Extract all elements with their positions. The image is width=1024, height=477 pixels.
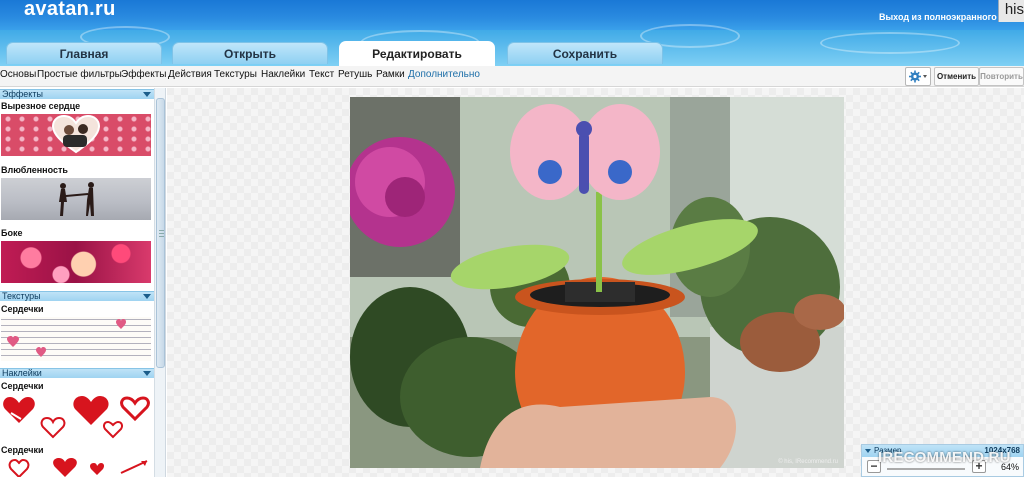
sticker-label: Сердечки: [1, 445, 44, 455]
sidebar-scrollbar[interactable]: [154, 88, 165, 477]
handwriting-hearts-icon: [7, 319, 126, 357]
texture-label: Сердечки: [1, 304, 44, 314]
site-watermark: IRECOMMEND.RU: [878, 449, 1011, 466]
texture-thumb-hearts[interactable]: [1, 317, 151, 361]
grip-line: [159, 233, 164, 234]
sticker-label: Сердечки: [1, 381, 44, 391]
red-hearts-icon: [8, 458, 148, 477]
tab-edit[interactable]: Редактировать: [339, 41, 495, 66]
grip-line: [159, 236, 164, 237]
redo-button[interactable]: Повторить: [979, 67, 1024, 86]
photo-image: © his, IRecommend.ru: [350, 97, 844, 468]
undo-button[interactable]: Отменить: [934, 67, 979, 86]
photo-caption: © his, IRecommend.ru: [778, 458, 838, 465]
watermark-text: IRECOMMEND.RU: [878, 449, 1011, 466]
gear-icon: [909, 70, 927, 83]
app-header: avatan.ru Выход из полноэкранного режима…: [0, 0, 1024, 66]
couple-silhouette-icon: [59, 182, 94, 216]
tab-open[interactable]: Открыть: [172, 42, 328, 64]
edited-photo[interactable]: © his, IRecommend.ru: [350, 97, 844, 468]
tab-home[interactable]: Главная: [6, 42, 162, 64]
effect-label: Влюбленность: [1, 165, 68, 175]
effect-label: Боке: [1, 228, 23, 238]
section-title: Текстуры: [2, 291, 41, 301]
collapse-arrow-icon[interactable]: [143, 371, 151, 376]
effect-thumb-bokeh[interactable]: [1, 241, 151, 283]
menu-stickers[interactable]: Наклейки: [261, 69, 305, 80]
scrollbar-thumb[interactable]: [156, 98, 165, 368]
settings-button[interactable]: [905, 67, 931, 86]
red-hearts-icon: [3, 396, 150, 439]
heart-frame-icon: [51, 114, 101, 154]
section-header-textures[interactable]: Текстуры: [0, 291, 154, 301]
section-title: Наклейки: [2, 368, 42, 378]
sticker-thumb-hearts[interactable]: [1, 393, 151, 439]
effect-label: Вырезное сердце: [1, 101, 81, 111]
effects-sidebar: Эффекты Вырезное сердце Влюбленность Бок…: [0, 88, 166, 477]
effect-thumb-love[interactable]: [1, 178, 151, 220]
menu-advanced[interactable]: Дополнительно: [408, 69, 480, 80]
sticker-thumb-hearts-2[interactable]: [1, 457, 151, 477]
menu-retouch[interactable]: Ретушь: [338, 69, 372, 80]
menu-actions[interactable]: Действия: [168, 69, 212, 80]
menu-simple-filters[interactable]: Простые фильтры: [37, 69, 122, 80]
section-title: Эффекты: [2, 89, 43, 99]
tab-save[interactable]: Сохранить: [507, 42, 663, 64]
user-badge[interactable]: his: [998, 0, 1024, 22]
edit-toolbar: Основы Простые фильтры Эффекты Действия …: [0, 66, 1024, 87]
water-ripple: [820, 32, 960, 54]
menu-frames[interactable]: Рамки: [376, 69, 405, 80]
menu-textures[interactable]: Текстуры: [214, 69, 257, 80]
zoom-slider[interactable]: [887, 468, 965, 470]
section-header-stickers[interactable]: Наклейки: [0, 368, 154, 378]
collapse-arrow-icon[interactable]: [865, 449, 871, 453]
collapse-arrow-icon[interactable]: [143, 92, 151, 97]
header-topbar: [0, 0, 1024, 30]
section-header-effects[interactable]: Эффекты: [0, 89, 154, 99]
menu-effects[interactable]: Эффекты: [121, 69, 166, 80]
chevron-down-icon: [923, 75, 927, 78]
site-logo[interactable]: avatan.ru: [24, 0, 116, 21]
grip-line: [159, 230, 164, 231]
menu-basics[interactable]: Основы: [0, 69, 36, 80]
collapse-arrow-icon[interactable]: [143, 294, 151, 299]
effect-thumb-heart-cutout[interactable]: [1, 114, 151, 156]
menu-text[interactable]: Текст: [309, 69, 334, 80]
